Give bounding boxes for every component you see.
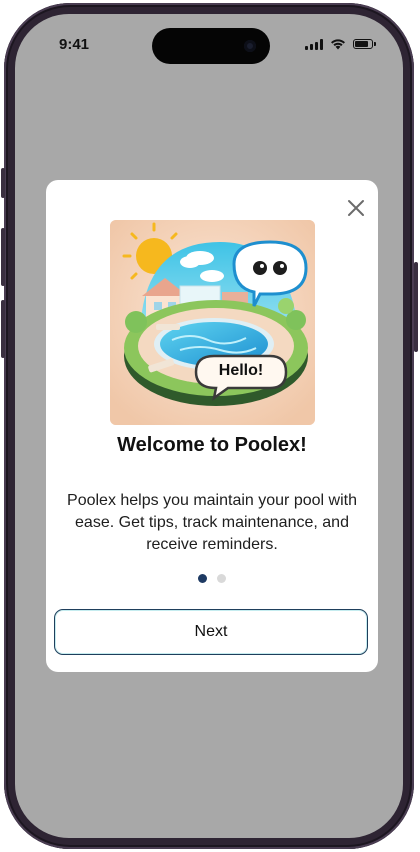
pagination-dots <box>46 574 378 583</box>
status-time: 9:41 <box>59 36 90 53</box>
next-button[interactable]: Next <box>54 609 368 655</box>
screen: 9:41 Hello! Welcome to Poolex! Poolex he… <box>15 14 403 838</box>
battery-level <box>355 41 368 47</box>
camera-icon <box>244 40 256 52</box>
action-button <box>1 168 5 198</box>
power-button <box>414 262 418 352</box>
pagination-dot-active[interactable] <box>198 574 207 583</box>
status-icons <box>305 38 376 50</box>
signal-icon <box>305 38 323 50</box>
pool-illustration: Hello! <box>110 220 315 425</box>
wifi-icon <box>331 39 345 50</box>
close-icon[interactable] <box>344 196 368 220</box>
pagination-dot[interactable] <box>217 574 226 583</box>
modal-description: Poolex helps you maintain your pool with… <box>67 492 357 553</box>
battery-icon <box>353 39 376 49</box>
hello-speech-text: Hello! <box>218 362 264 379</box>
volume-down-button <box>1 300 5 358</box>
modal-title: Welcome to Poolex! <box>117 434 307 456</box>
status-bar: 9:41 <box>15 14 403 72</box>
volume-up-button <box>1 228 5 286</box>
onboarding-modal: Hello! Welcome to Poolex! Poolex helps y… <box>46 180 378 672</box>
dynamic-island <box>152 28 270 64</box>
pool-illustration-graphic <box>110 220 315 425</box>
